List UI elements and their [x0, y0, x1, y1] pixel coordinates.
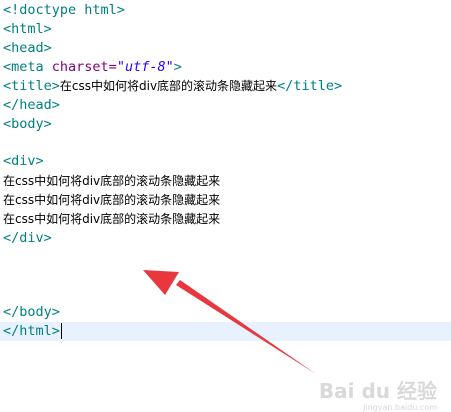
baidu-watermark-url: jingyan.baidu.com: [363, 403, 437, 412]
annotation-arrow: [143, 270, 316, 374]
arrow-head: [143, 270, 179, 295]
arrow-shaft: [176, 280, 316, 374]
baidu-watermark: Bai du 经验: [318, 379, 437, 403]
